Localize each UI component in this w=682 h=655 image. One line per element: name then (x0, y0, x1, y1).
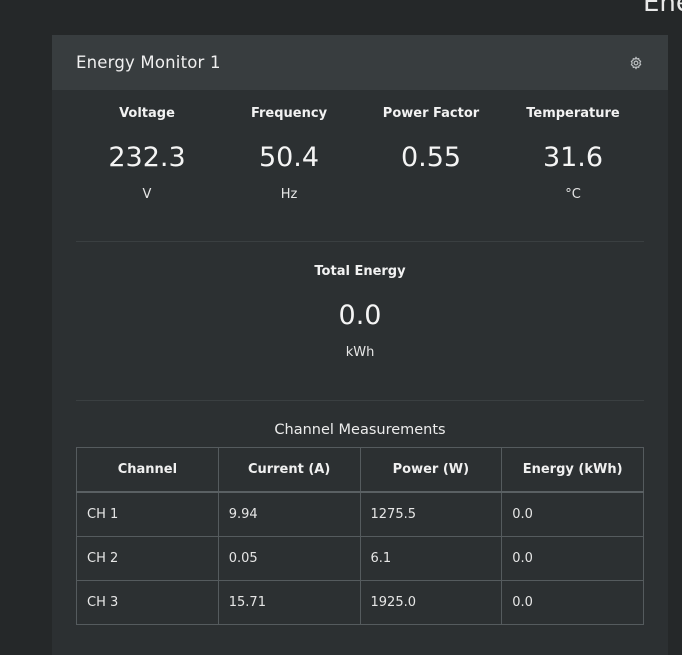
channel-table: Channel Current (A) Power (W) Energy (kW… (76, 447, 644, 625)
table-row: CH 2 0.05 6.1 0.0 (76, 536, 644, 581)
total-energy-label: Total Energy (314, 264, 406, 279)
table-cell: 6.1 (359, 536, 503, 581)
total-energy-value: 0.0 (338, 300, 382, 331)
metric-value: 232.3 (108, 142, 186, 173)
table-cell: CH 2 (76, 536, 219, 581)
metric-value: 0.55 (400, 142, 462, 173)
divider (76, 241, 644, 242)
column-header: Channel (76, 447, 219, 493)
metric-temperature: Temperature 31.6 °C (502, 105, 644, 202)
column-header: Current (A) (217, 447, 361, 493)
table-cell: 0.0 (501, 491, 644, 537)
metric-label: Voltage (119, 106, 175, 121)
page-title: Ene (643, 0, 682, 18)
table-header-row: Channel Current (A) Power (W) Energy (kW… (76, 447, 644, 493)
table-cell: CH 3 (76, 580, 219, 625)
metric-label: Temperature (526, 106, 620, 121)
metric-label: Power Factor (382, 106, 480, 121)
column-header: Energy (kWh) (501, 447, 644, 493)
metric-power-factor: Power Factor 0.55 (360, 105, 502, 202)
metric-unit: V (142, 187, 152, 202)
metric-frequency: Frequency 50.4 Hz (218, 105, 360, 202)
gear-icon[interactable] (628, 55, 644, 71)
metric-unit: Hz (280, 187, 298, 202)
table-row: CH 3 15.71 1925.0 0.0 (76, 580, 644, 625)
metric-label: Frequency (250, 106, 328, 121)
table-row: CH 1 9.94 1275.5 0.0 (76, 491, 644, 537)
metrics-row: Voltage 232.3 V Frequency 50.4 Hz Power … (76, 105, 644, 202)
table-cell: 15.71 (217, 580, 361, 625)
metric-value: 50.4 (258, 142, 320, 173)
table-cell: 0.05 (217, 536, 361, 581)
table-cell: 1925.0 (359, 580, 503, 625)
card-header: Energy Monitor 1 (52, 35, 668, 90)
column-header: Power (W) (359, 447, 503, 493)
table-cell: 9.94 (217, 491, 361, 537)
metric-value: 31.6 (542, 142, 604, 173)
table-cell: 0.0 (501, 580, 644, 625)
total-energy-unit: kWh (345, 345, 375, 360)
energy-monitor-card: Energy Monitor 1 Voltage 232.3 V Frequen… (52, 35, 668, 655)
metric-unit: °C (565, 187, 581, 202)
metric-voltage: Voltage 232.3 V (76, 105, 218, 202)
table-caption: Channel Measurements (274, 422, 446, 438)
total-energy: Total Energy 0.0 kWh (76, 263, 644, 360)
table-cell: CH 1 (76, 491, 219, 537)
divider (76, 400, 644, 401)
table-cell: 1275.5 (359, 491, 503, 537)
card-title: Energy Monitor 1 (76, 53, 221, 72)
table-cell: 0.0 (501, 536, 644, 581)
